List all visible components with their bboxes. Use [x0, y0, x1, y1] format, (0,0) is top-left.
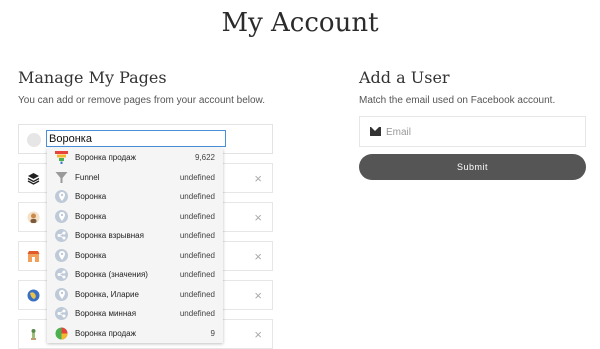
- funnel-chart-icon: [55, 151, 68, 164]
- person-icon: [26, 210, 40, 224]
- manage-pages-subtitle: You can add or remove pages from your ac…: [18, 95, 266, 106]
- add-user-subtitle: Match the email used on Facebook account…: [359, 95, 556, 106]
- suggestion-count: undefined: [179, 172, 215, 182]
- layers-icon: [26, 171, 40, 185]
- suggestion-item[interactable]: Воронка, Иларие undefined: [47, 285, 223, 305]
- envelope-icon: [370, 127, 381, 136]
- suggestion-count: undefined: [179, 211, 215, 221]
- add-user-title: Add a User: [359, 68, 450, 87]
- suggestion-item[interactable]: Воронка продаж 9: [47, 324, 223, 344]
- suggestion-count: 9,622: [194, 153, 215, 162]
- share-icon: [55, 307, 68, 320]
- email-field: [359, 116, 586, 147]
- suggestion-count: undefined: [179, 192, 215, 201]
- manage-pages-section: Manage My Pages You can add or remove pa…: [18, 68, 273, 349]
- globe-icon: [26, 288, 40, 302]
- remove-page-button[interactable]: ×: [254, 288, 262, 303]
- suggestion-name: Funnel: [75, 172, 100, 182]
- suggestion-name: Воронка (значения): [75, 270, 148, 279]
- suggestion-name: Воронка продаж: [75, 328, 136, 338]
- suggestion-count: undefined: [179, 250, 215, 260]
- suggestion-count: undefined: [179, 231, 215, 240]
- suggestion-name: Воронка минная: [75, 309, 137, 318]
- location-pin-icon: [55, 287, 68, 301]
- suggestion-name: Воронка: [75, 192, 107, 201]
- remove-page-button[interactable]: ×: [254, 327, 262, 342]
- suggestion-name: Воронка, Иларие: [75, 289, 139, 299]
- location-pin-icon: [55, 190, 68, 203]
- funnel-chart-icon: [55, 327, 68, 340]
- page-title: My Account: [221, 8, 379, 38]
- suggestion-name: Воронка: [75, 211, 107, 221]
- funnel-icon: [55, 171, 68, 184]
- suggestion-count: undefined: [179, 270, 215, 279]
- remove-page-button[interactable]: ×: [254, 171, 262, 186]
- location-pin-icon: [55, 248, 68, 262]
- remove-page-button[interactable]: ×: [254, 249, 262, 264]
- suggestion-item[interactable]: Воронка (значения) undefined: [47, 265, 223, 285]
- page-search-input[interactable]: [46, 130, 226, 147]
- suggestion-count: undefined: [179, 309, 215, 318]
- suggestion-name: Воронка взрывная: [75, 231, 144, 240]
- submit-button[interactable]: Submit: [359, 154, 586, 180]
- suggestion-item[interactable]: Воронка минная undefined: [47, 304, 223, 324]
- figure-icon: [26, 327, 40, 341]
- suggestion-item[interactable]: Воронка взрывная undefined: [47, 226, 223, 246]
- location-pin-icon: [55, 209, 68, 223]
- store-icon: [26, 249, 40, 263]
- suggestion-name: Воронка: [75, 250, 107, 260]
- share-icon: [55, 229, 68, 242]
- page-suggestions-dropdown: Воронка продаж 9,622 Funnel undefined Во…: [47, 148, 223, 343]
- placeholder-avatar: [27, 133, 41, 147]
- add-user-section: Add a User Match the email used on Faceb…: [359, 68, 586, 180]
- suggestion-count: undefined: [179, 289, 215, 299]
- suggestion-item[interactable]: Воронка undefined: [47, 246, 223, 266]
- suggestion-item[interactable]: Воронка undefined: [47, 207, 223, 227]
- suggestion-item[interactable]: Воронка продаж 9,622: [47, 148, 223, 168]
- suggestion-item[interactable]: Funnel undefined: [47, 168, 223, 188]
- suggestion-item[interactable]: Воронка undefined: [47, 187, 223, 207]
- suggestion-name: Воронка продаж: [75, 153, 136, 162]
- email-input[interactable]: [386, 123, 576, 141]
- share-icon: [55, 268, 68, 281]
- manage-pages-title: Manage My Pages: [18, 68, 167, 87]
- suggestion-count: 9: [210, 328, 215, 338]
- remove-page-button[interactable]: ×: [254, 210, 262, 225]
